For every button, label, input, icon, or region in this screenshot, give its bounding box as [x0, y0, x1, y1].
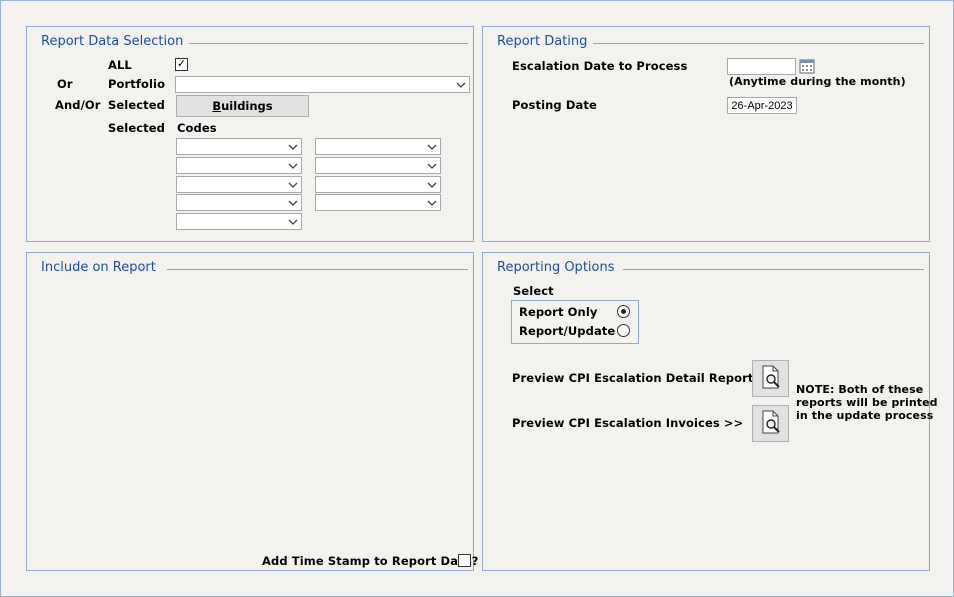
update-note: NOTE: Both of these reports will be prin… — [796, 383, 938, 422]
code-dropdown-5[interactable] — [176, 213, 302, 230]
buildings-button[interactable]: Buildings — [176, 95, 309, 117]
reporting-options-title: Reporting Options — [497, 260, 621, 275]
report-dating-panel: Report Dating Escalation Date to Process… — [482, 26, 930, 242]
report-data-selection-title: Report Data Selection — [41, 34, 190, 49]
report-update-radio[interactable] — [617, 324, 630, 337]
reporting-options-panel: Reporting Options Select Report Only Rep… — [482, 252, 938, 571]
timestamp-checkbox[interactable] — [458, 554, 471, 567]
report-mode-group: Report Only Report/Update — [511, 300, 639, 344]
preview-invoices-button[interactable] — [752, 405, 789, 442]
code-dropdown-1[interactable] — [176, 138, 302, 155]
chevron-down-icon — [285, 215, 300, 228]
timestamp-label: Add Time Stamp to Report Date? — [262, 554, 479, 568]
preview-detail-button[interactable] — [752, 360, 789, 397]
code-dropdown-2[interactable] — [176, 157, 302, 174]
calendar-icon[interactable] — [799, 58, 815, 74]
document-search-icon — [758, 409, 784, 438]
panel-divider — [593, 43, 924, 44]
include-on-report-panel: Include on Report Add Time Stamp to Repo… — [26, 252, 478, 571]
preview-detail-label: Preview CPI Escalation Detail Report >> — [512, 371, 778, 385]
chevron-down-icon — [285, 159, 300, 172]
chevron-down-icon — [285, 196, 300, 209]
portfolio-dropdown[interactable] — [175, 76, 470, 93]
escalation-date-input[interactable] — [727, 58, 796, 75]
report-update-label: Report/Update — [519, 324, 616, 338]
note-line-2: reports will be printed — [796, 396, 938, 409]
report-data-selection-panel: Report Data Selection ALL ✓ Or Portfolio… — [26, 26, 474, 242]
checkmark-icon: ✓ — [176, 58, 187, 70]
include-on-report-title: Include on Report — [41, 260, 162, 275]
or-label: Or — [57, 77, 73, 91]
radio-selected-dot — [621, 309, 626, 314]
report-dating-title: Report Dating — [497, 34, 594, 49]
code-dropdown-9[interactable] — [315, 194, 441, 211]
note-line-1: NOTE: Both of these — [796, 383, 924, 396]
panel-divider — [623, 269, 924, 270]
chevron-down-icon — [285, 178, 300, 191]
note-line-3: in the update process — [796, 409, 934, 422]
all-label: ALL — [108, 58, 132, 72]
chevron-down-icon — [453, 78, 468, 91]
code-dropdown-7[interactable] — [315, 157, 441, 174]
preview-invoices-label: Preview CPI Escalation Invoices >> — [512, 416, 744, 430]
andor-label: And/Or — [55, 98, 101, 112]
chevron-down-icon — [424, 159, 439, 172]
all-checkbox[interactable]: ✓ — [175, 58, 188, 71]
select-label: Select — [513, 284, 554, 298]
code-dropdown-3[interactable] — [176, 176, 302, 193]
escalation-date-hint: (Anytime during the month) — [729, 75, 906, 88]
posting-date-label: Posting Date — [512, 98, 597, 112]
panel-divider — [167, 269, 468, 270]
posting-date-input[interactable]: 26-Apr-2023 — [727, 97, 797, 114]
chevron-down-icon — [285, 140, 300, 153]
codes-label: Codes — [177, 121, 217, 135]
code-dropdown-6[interactable] — [315, 138, 441, 155]
report-only-label: Report Only — [519, 305, 598, 319]
escalation-date-label: Escalation Date to Process — [512, 59, 688, 73]
selected-codes-label: Selected — [108, 121, 165, 135]
code-dropdown-4[interactable] — [176, 194, 302, 211]
panel-divider — [187, 43, 468, 44]
chevron-down-icon — [424, 196, 439, 209]
chevron-down-icon — [424, 140, 439, 153]
buildings-button-label: uildings — [221, 99, 273, 113]
chevron-down-icon — [424, 178, 439, 191]
code-dropdown-8[interactable] — [315, 176, 441, 193]
document-search-icon — [758, 364, 784, 393]
portfolio-label: Portfolio — [108, 77, 166, 91]
buildings-button-hotkey: B — [212, 99, 222, 113]
report-only-radio[interactable] — [617, 305, 630, 318]
selected-label: Selected — [108, 98, 165, 112]
